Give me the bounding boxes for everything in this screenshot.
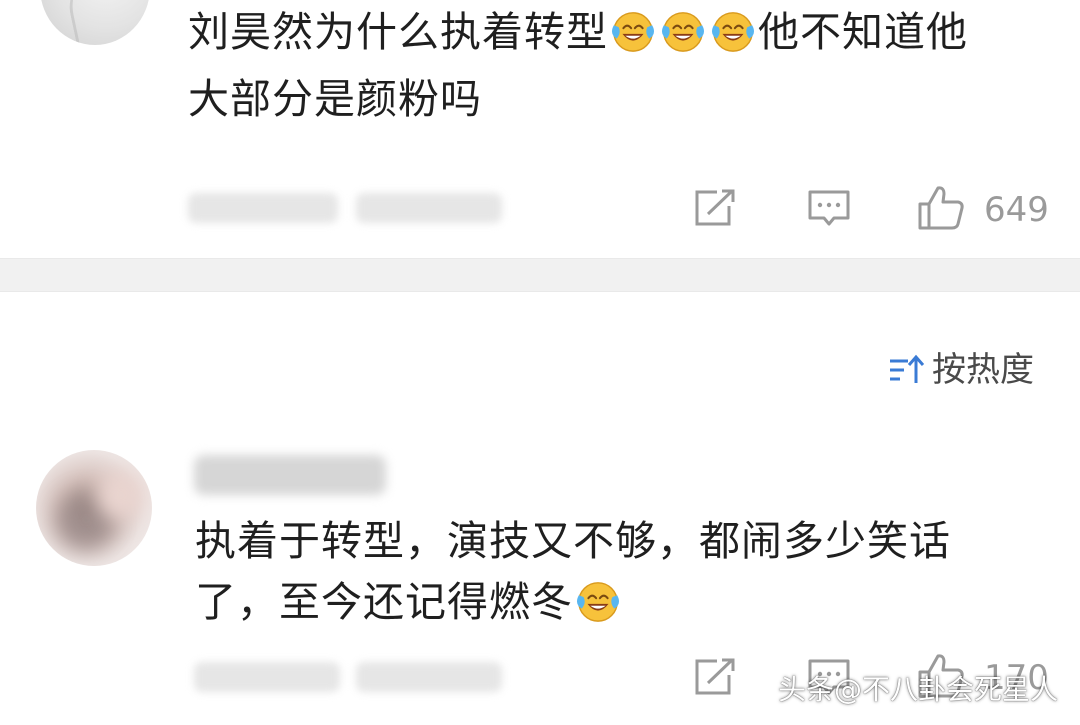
comment-text-line: 了，至今还记得燃冬 xyxy=(195,568,623,636)
laugh-cry-emoji-icon xyxy=(710,8,756,54)
sort-icon xyxy=(890,354,925,383)
comment-text: 刘昊然为什么执着转型 xyxy=(188,8,608,56)
timestamp-blurred xyxy=(188,193,338,223)
sort-label: 按热度 xyxy=(932,350,1034,390)
section-divider xyxy=(0,258,1080,292)
commenter-avatar[interactable] xyxy=(36,450,152,566)
username-blurred[interactable] xyxy=(194,455,386,495)
comment-icon[interactable] xyxy=(806,188,852,228)
avatar-photo-blur xyxy=(96,470,146,520)
location-blurred xyxy=(356,193,502,223)
location-blurred xyxy=(356,662,502,692)
avatar-art xyxy=(62,0,131,45)
like-count: 649 xyxy=(984,190,1049,230)
comment-text: 执着于转型，演技又不够，都闹多少笑话 xyxy=(195,517,951,565)
sort-by-hot-button[interactable]: 按热度 xyxy=(888,345,1034,395)
laugh-cry-emoji-icon xyxy=(660,8,706,54)
comment-text-line: 大部分是颜粉吗 xyxy=(188,65,482,133)
laugh-cry-emoji-icon xyxy=(575,578,621,624)
watermark: 头条@不八卦会死星人 xyxy=(777,673,1058,706)
like-icon[interactable] xyxy=(916,184,966,232)
timestamp-blurred xyxy=(194,662,340,692)
comment-text-line: 执着于转型，演技又不够，都闹多少笑话 xyxy=(195,507,951,575)
comment-text: 大部分是颜粉吗 xyxy=(188,75,482,123)
laugh-cry-emoji-icon xyxy=(610,8,656,54)
comment-text: 他不知道他 xyxy=(758,8,968,56)
comment-text-line: 刘昊然为什么执着转型 他不知道他 xyxy=(188,0,968,66)
repost-icon[interactable] xyxy=(692,188,738,228)
comment-text: 了，至今还记得燃冬 xyxy=(195,578,573,626)
commenter-avatar[interactable] xyxy=(40,0,150,45)
repost-icon[interactable] xyxy=(692,657,738,697)
